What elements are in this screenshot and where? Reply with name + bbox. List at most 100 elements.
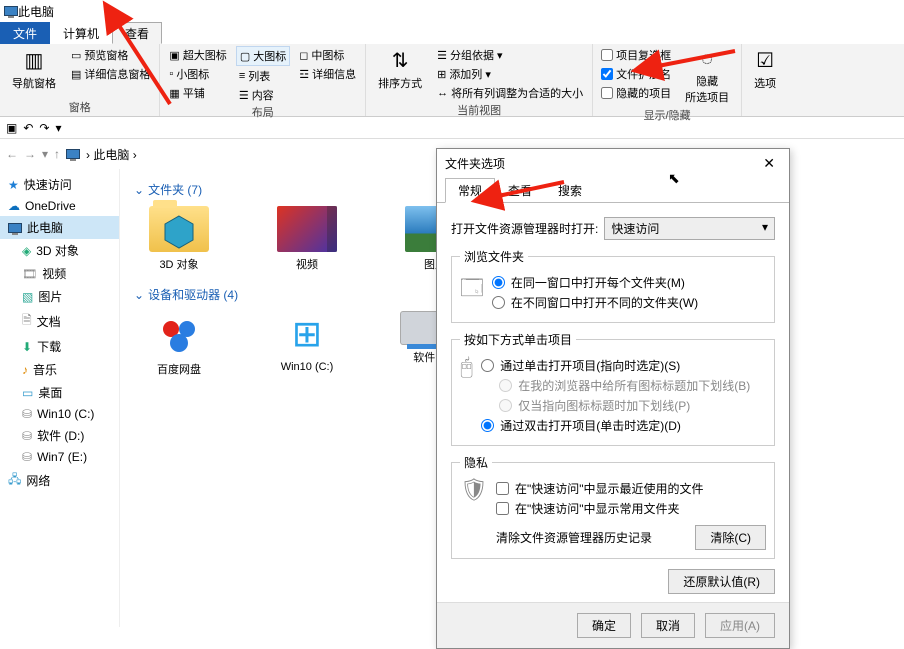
sm-icon: ▫ bbox=[169, 68, 173, 80]
privacy-frequent-checkbox[interactable]: 在"快速访问"中显示常用文件夹 bbox=[496, 500, 766, 517]
layout-sm-button[interactable]: ▫小图标 bbox=[166, 65, 229, 83]
hidden-items-toggle[interactable]: 隐藏的项目 bbox=[599, 84, 673, 102]
browse-legend: 浏览文件夹 bbox=[460, 248, 528, 265]
ribbon-tab-view[interactable]: 查看 bbox=[112, 22, 162, 44]
apply-button[interactable]: 应用(A) bbox=[705, 613, 775, 638]
group-currentview-label: 当前视图 bbox=[372, 102, 586, 118]
sidebar-item-quick-access[interactable]: ★快速访问 bbox=[0, 173, 119, 196]
dialog-tab-search[interactable]: 搜索 bbox=[545, 178, 595, 203]
privacy-recent-checkbox[interactable]: 在"快速访问"中显示最近使用的文件 bbox=[496, 480, 766, 497]
tiles-icon: ▦ bbox=[169, 87, 179, 100]
nav-pane-button[interactable]: ▥ 导航窗格 bbox=[6, 46, 62, 93]
redo-icon[interactable]: ↷ bbox=[39, 121, 49, 135]
cancel-button[interactable]: 取消 bbox=[641, 613, 695, 638]
click-single-radio[interactable]: 通过单击打开项目(指向时选定)(S) bbox=[481, 357, 750, 374]
browse-new-radio[interactable]: 在不同窗口中打开不同的文件夹(W) bbox=[492, 294, 698, 311]
hide-selected-button[interactable]: ◌ 隐藏 所选项目 bbox=[679, 46, 735, 107]
document-icon: 🗎 bbox=[22, 311, 32, 332]
layout-tiles-label: 平铺 bbox=[183, 85, 205, 101]
item-baidu[interactable]: 百度网盘 bbox=[134, 311, 224, 377]
browse-same-radio[interactable]: 在同一窗口中打开每个文件夹(M) bbox=[492, 274, 698, 291]
underline-point-radio[interactable]: 仅当指向图标标题时加下划线(P) bbox=[499, 397, 750, 414]
sidebar-item-downloads[interactable]: ⬇下载 bbox=[0, 335, 119, 358]
ribbon-tab-file[interactable]: 文件 bbox=[0, 22, 50, 44]
dialog-body: 打开文件资源管理器时打开: 快速访问 ▾ 浏览文件夹 🗔 在同一窗口中打开每个文… bbox=[437, 203, 789, 602]
layout-list-label: 列表 bbox=[248, 68, 270, 84]
sidebar-item-onedrive[interactable]: ☁OneDrive bbox=[0, 196, 119, 216]
addcol-label: 添加列 bbox=[449, 66, 482, 82]
cursor-icon: ⬉ bbox=[668, 170, 680, 187]
list-icon: ≡ bbox=[239, 70, 245, 82]
addcol-button[interactable]: ⊞添加列 ▾ bbox=[434, 65, 586, 83]
privacy-illustration-icon: 🛡 bbox=[460, 477, 488, 550]
back-button[interactable]: ← bbox=[6, 147, 18, 161]
click-double-radio[interactable]: 通过双击打开项目(单击时选定)(D) bbox=[481, 417, 750, 434]
dialog-tab-general[interactable]: 常规 bbox=[445, 178, 495, 203]
layout-content-button[interactable]: ☰内容 bbox=[236, 86, 290, 104]
ok-button[interactable]: 确定 bbox=[577, 613, 631, 638]
sidebar-item-desktop[interactable]: ▭桌面 bbox=[0, 381, 119, 404]
close-button[interactable]: ✕ bbox=[757, 155, 781, 172]
item-3dobjects[interactable]: 3D 对象 bbox=[134, 206, 224, 272]
layout-md-button[interactable]: ◻中图标 bbox=[296, 46, 359, 64]
layout-lg-button[interactable]: ▢大图标 bbox=[236, 46, 290, 66]
layout-xl-label: 超大图标 bbox=[183, 47, 227, 63]
item-label: 3D 对象 bbox=[159, 256, 198, 272]
sidebar-item-thispc[interactable]: 此电脑 bbox=[0, 216, 119, 239]
restore-defaults-button[interactable]: 还原默认值(R) bbox=[668, 569, 775, 594]
sizeall-icon: ↔ bbox=[437, 87, 448, 99]
forward-button[interactable]: → bbox=[24, 147, 36, 161]
groupby-button[interactable]: ☰分组依据 ▾ bbox=[434, 46, 586, 64]
options-label: 选项 bbox=[754, 75, 776, 91]
layout-list-button[interactable]: ≡列表 bbox=[236, 67, 290, 85]
layout-content-label: 内容 bbox=[252, 87, 274, 103]
sort-button[interactable]: ⇅ 排序方式 bbox=[372, 46, 428, 102]
group-panes-label: 窗格 bbox=[6, 99, 153, 115]
recent-locations-button[interactable]: ▾ bbox=[42, 147, 48, 161]
drive-icon: ⛁ bbox=[22, 450, 32, 464]
item-checkbox-toggle[interactable]: 项目复选框 bbox=[599, 46, 673, 64]
item-win10c[interactable]: ⊞ Win10 (C:) bbox=[262, 311, 352, 377]
sidebar-item-win10c[interactable]: ⛁Win10 (C:) bbox=[0, 404, 119, 424]
item-videos[interactable]: 视频 bbox=[262, 206, 352, 272]
underline-point-label: 仅当指向图标标题时加下划线(P) bbox=[518, 397, 690, 414]
details-pane-button[interactable]: ▤详细信息窗格 bbox=[68, 65, 153, 83]
layout-xl-button[interactable]: ▣超大图标 bbox=[166, 46, 229, 64]
up-button[interactable]: ↑ bbox=[54, 147, 60, 161]
picture-icon: ▧ bbox=[22, 290, 33, 304]
sidebar-item-pictures[interactable]: ▧图片 bbox=[0, 285, 119, 308]
layout-details-button[interactable]: ☲详细信息 bbox=[296, 65, 359, 83]
sidebar-onedrive-label: OneDrive bbox=[25, 199, 76, 213]
sizeall-button[interactable]: ↔将所有列调整为合适的大小 bbox=[434, 84, 586, 102]
qat-chevron-icon[interactable]: ▾ bbox=[55, 121, 61, 135]
network-icon: 🖧 bbox=[8, 470, 21, 491]
sidebar-softd-label: 软件 (D:) bbox=[37, 427, 84, 444]
undo-icon[interactable]: ↶ bbox=[23, 121, 33, 135]
breadcrumb-segment[interactable]: › 此电脑 › bbox=[86, 146, 137, 163]
sidebar-item-3dobjects[interactable]: ◈3D 对象 bbox=[0, 239, 119, 262]
sidebar-item-music[interactable]: ♪音乐 bbox=[0, 358, 119, 381]
hide-icon: ◌ bbox=[701, 48, 713, 71]
chevron-down-icon: ▾ bbox=[762, 220, 768, 234]
openwith-dropdown[interactable]: 快速访问 ▾ bbox=[604, 217, 775, 240]
sidebar-item-network[interactable]: 🖧网络 bbox=[0, 467, 119, 494]
sidebar-item-win7e[interactable]: ⛁Win7 (E:) bbox=[0, 447, 119, 467]
preview-pane-button[interactable]: ▭预览窗格 bbox=[68, 46, 153, 64]
dialog-tab-view[interactable]: 查看 bbox=[495, 178, 545, 203]
options-button[interactable]: ☑ 选项 bbox=[748, 46, 782, 93]
file-ext-toggle[interactable]: 文件扩展名 bbox=[599, 65, 673, 83]
properties-icon[interactable]: ▣ bbox=[6, 121, 17, 135]
hide-selected-label: 隐藏 所选项目 bbox=[685, 73, 729, 105]
dialog-titlebar[interactable]: 文件夹选项 ✕ bbox=[437, 149, 789, 177]
sidebar-item-softd[interactable]: ⛁软件 (D:) bbox=[0, 424, 119, 447]
sidebar-quick-label: 快速访问 bbox=[24, 176, 72, 193]
preview-icon: ▭ bbox=[71, 49, 81, 62]
layout-tiles-button[interactable]: ▦ 平铺 bbox=[166, 84, 229, 102]
ribbon-tab-computer[interactable]: 计算机 bbox=[50, 22, 112, 44]
underline-browser-radio[interactable]: 在我的浏览器中给所有图标标题加下划线(B) bbox=[499, 377, 750, 394]
openwith-value: 快速访问 bbox=[611, 222, 659, 236]
clear-history-button[interactable]: 清除(C) bbox=[695, 525, 766, 550]
sidebar-item-videos[interactable]: 🎞视频 bbox=[0, 262, 119, 285]
sidebar-item-documents[interactable]: 🗎文档 bbox=[0, 308, 119, 335]
clear-history-label: 清除文件资源管理器历史记录 bbox=[496, 529, 652, 546]
